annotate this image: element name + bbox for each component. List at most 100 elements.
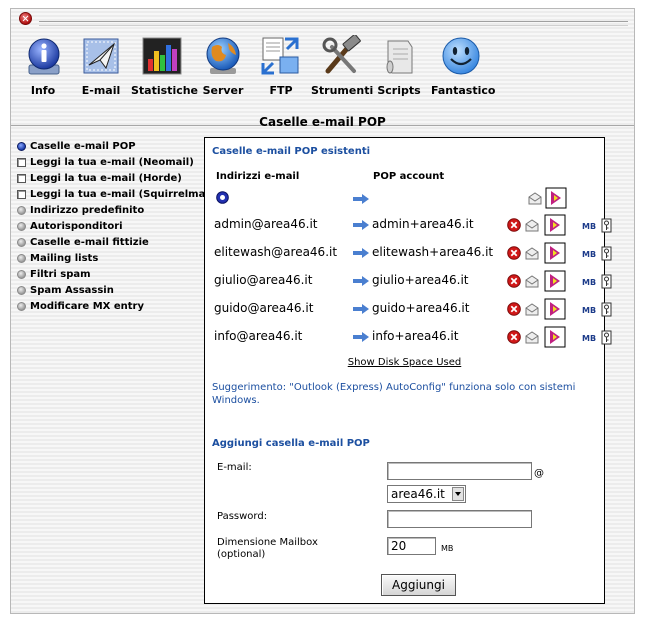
quota-mb-label: MB [582,278,597,287]
domain-select[interactable]: area46.it [387,485,466,503]
bullet-icon [17,301,26,311]
toolbar-label: Statistiche [131,84,199,97]
toolbar-info[interactable]: Info [23,35,63,97]
quota-label-line1: Dimensione Mailbox [217,537,318,548]
sidebar-item-label: Leggi la tua e-mail (Squirrelmail) [30,188,217,200]
account-address: admin@area46.it [214,217,318,231]
sidebar-item-mx-entry[interactable]: Modificare MX entry [17,298,212,314]
tools-icon [322,35,361,74]
sidebar-item-label: Filtri spam [30,268,91,280]
add-account-title: Aggiungi casella e-mail POP [212,438,370,449]
delete-icon[interactable] [507,274,521,288]
sidebar-item-spam-filters[interactable]: Filtri spam [17,266,212,282]
webmail-icon[interactable] [544,270,566,292]
sidebar-item-label: Caselle e-mail fittizie [30,236,149,248]
bullet-icon [17,221,26,231]
account-address: guido@area46.it [214,301,314,315]
delete-icon[interactable] [507,330,521,344]
toolbar-email[interactable]: E-mail [79,35,123,97]
sidebar-item-default-address[interactable]: Indirizzo predefinito [17,202,212,218]
delete-icon[interactable] [507,218,521,232]
chevron-down-icon [452,487,464,501]
delete-icon[interactable] [507,246,521,260]
sidebar-item-label: Leggi la tua e-mail (Neomail) [30,156,194,168]
password-key-icon[interactable] [601,218,612,233]
webmail-icon[interactable] [544,242,566,264]
cpanel-window: Info E-mail Statistiche Server FTP Strum… [10,8,635,614]
outlook-config-icon[interactable] [525,330,539,344]
outlook-config-icon[interactable] [525,274,539,288]
arrow-right-icon [353,248,369,258]
toolbar-statistics[interactable]: Statistiche [131,35,199,97]
autoconfig-hint: Suggerimento: "Outlook (Express) AutoCon… [212,382,576,406]
toolbar-label: FTP [269,84,293,97]
quota-mb-label: MB [582,222,597,231]
info-icon [28,38,60,75]
quota-mb-label: MB [582,306,597,315]
toolbar-tools[interactable]: Strumenti [311,35,374,97]
password-label: Password: [217,511,268,522]
arrow-right-icon [353,304,369,314]
show-disk-space-link[interactable]: Show Disk Space Used [205,357,604,368]
toolbar-label: E-mail [81,84,121,97]
title-bar-rule [39,21,628,26]
pop-account-name: guido+area46.it [372,301,470,315]
sidebar-item-spam-assassin[interactable]: Spam Assassin [17,282,212,298]
scripts-icon [386,40,413,74]
quota-mb-label: MB [582,250,597,259]
pop-account-name: info+area46.it [372,329,459,343]
checkbox-icon [17,189,26,199]
sidebar-item-autoresponders[interactable]: Autorisponditori [17,218,212,234]
password-key-icon[interactable] [601,246,612,261]
sidebar-item-label: Modificare MX entry [30,300,144,312]
bullet-icon [17,237,26,247]
toolbar-ftp[interactable]: FTP [259,35,303,97]
password-input[interactable] [387,510,532,528]
webmail-icon[interactable] [544,326,566,348]
at-sign: @ [534,468,544,479]
delete-icon[interactable] [507,302,521,316]
webmail-icon[interactable] [544,214,566,236]
outlook-config-icon[interactable] [525,218,539,232]
toolbar-server[interactable]: Server [201,35,245,97]
default-account-icon[interactable] [216,191,229,204]
toolbar-label: Fantastico [431,84,496,97]
sidebar-item-horde[interactable]: Leggi la tua e-mail (Horde) [17,170,212,186]
sidebar-item-neomail[interactable]: Leggi la tua e-mail (Neomail) [17,154,212,170]
toolbar-fantastico[interactable]: Fantastico [431,35,496,97]
sidebar-item-label: Spam Assassin [30,284,114,296]
sidebar-item-caselle-pop[interactable]: Caselle e-mail POP [17,138,212,154]
close-icon[interactable] [19,12,32,25]
outlook-config-icon[interactable] [525,246,539,260]
sidebar-item-label: Caselle e-mail POP [30,140,136,152]
email-input[interactable] [387,462,532,480]
toolbar-label: Strumenti [311,84,374,97]
sidebar-item-mailing-lists[interactable]: Mailing lists [17,250,212,266]
toolbar-label: Server [202,84,244,97]
checkbox-icon [17,173,26,183]
toolbar-label: Info [30,84,56,97]
arrow-right-icon [353,194,369,204]
sidebar-item-forwarders[interactable]: Caselle e-mail fittizie [17,234,212,250]
toolbar-scripts[interactable]: Scripts [377,35,421,97]
add-account-button[interactable]: Aggiungi [381,574,456,596]
pop-account-name: elitewash+area46.it [372,245,494,259]
outlook-config-icon[interactable] [525,302,539,316]
outlook-config-icon[interactable] [528,191,542,205]
arrow-right-icon [353,220,369,230]
sidebar-item-squirrelmail[interactable]: Leggi la tua e-mail (Squirrelmail) [17,186,217,202]
quota-unit: MB [441,544,454,553]
email-label: E-mail: [217,462,252,473]
title-bar [11,9,634,31]
smiley-icon [442,37,480,75]
account-address: giulio@area46.it [214,273,313,287]
password-key-icon[interactable] [601,274,612,289]
password-key-icon[interactable] [601,302,612,317]
password-key-icon[interactable] [601,330,612,345]
sidebar-menu: Caselle e-mail POP Leggi la tua e-mail (… [17,138,217,314]
quota-input[interactable] [387,537,436,555]
checkbox-icon [17,157,26,167]
webmail-icon[interactable] [545,187,567,209]
webmail-icon[interactable] [544,298,566,320]
pop-accounts-panel: Caselle e-mail POP esistenti Indirizzi e… [204,137,612,604]
